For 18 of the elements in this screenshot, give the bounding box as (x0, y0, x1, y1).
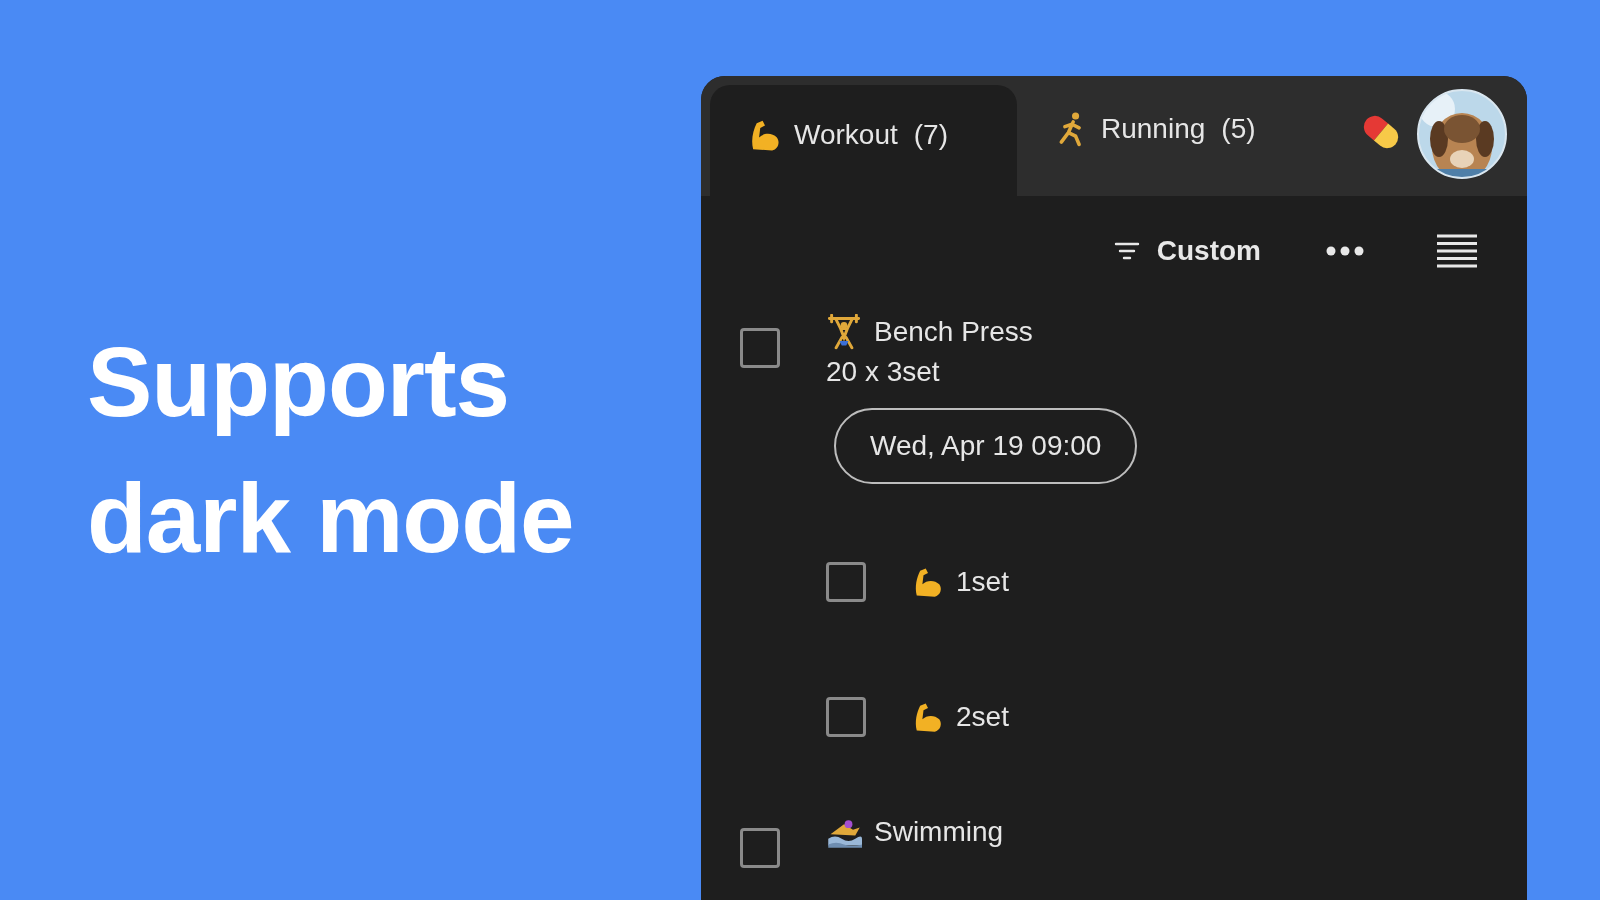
sort-button[interactable]: Custom (1108, 231, 1265, 271)
subtask-label: 2set (956, 700, 1009, 733)
sort-icon (1112, 240, 1141, 262)
task-detail: 20 x 3set (826, 356, 941, 388)
menu-icon[interactable] (1435, 233, 1479, 269)
checkbox[interactable] (740, 328, 780, 368)
more-icon[interactable] (1325, 245, 1365, 257)
weightlifter-icon (826, 314, 862, 350)
checkbox[interactable] (740, 828, 780, 868)
checkbox[interactable] (826, 561, 866, 602)
tab[interactable]: Running (5) (1017, 76, 1292, 196)
subtask-label: 1set (956, 565, 1009, 598)
date-chip[interactable]: Wed, Apr 19 09:00 (834, 408, 1138, 484)
tab[interactable]: Workout (7) (710, 85, 1017, 196)
checkbox[interactable] (826, 696, 866, 737)
headline: Supports dark mode (87, 326, 575, 575)
task-title: Bench Press (874, 316, 1033, 348)
task-title: Swimming (874, 816, 1004, 848)
